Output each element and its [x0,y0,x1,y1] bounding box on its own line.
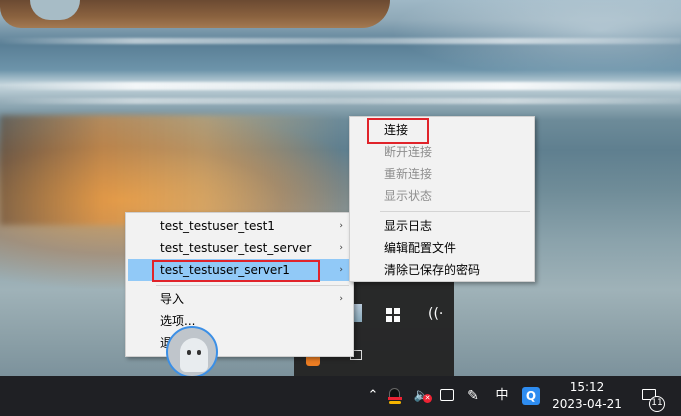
menu-item-label: 显示日志 [384,219,433,233]
menu-item-label: 清除已保存的密码 [384,263,481,277]
taskbar: ⌃ 🔈 ✕ ✎ 中 Q 15:12 2023-04-21 11 [0,376,681,416]
submenu-arrow-icon: › [339,221,343,231]
menu-item-label: 导入 [160,292,185,306]
submenu-arrow-icon: › [339,265,343,275]
menu-item-show-log[interactable]: 显示日志 [352,215,532,237]
menu-item-disconnect: 断开连接 [352,141,532,163]
wave-foam [0,98,681,104]
menu-item-label: test_testuser_test_server [160,241,312,255]
menu-item-exit[interactable]: 退出 [128,332,351,354]
menu-item-label: test_testuser_test1 [160,219,275,233]
taskbar-clock[interactable]: 15:12 2023-04-21 [552,379,622,413]
menu-item-options[interactable]: 选项... [128,310,351,332]
wave-foam [0,82,681,90]
volume-muted-icon[interactable]: 🔈 ✕ [412,386,432,406]
menu-item-import[interactable]: 导入 › [128,288,351,310]
menu-item-clear-password[interactable]: 清除已保存的密码 [352,259,532,281]
menu-item-reconnect: 重新连接 [352,163,532,185]
notification-center-button[interactable]: 11 [640,386,668,412]
menu-item-label: test_testuser_server1 [160,263,290,277]
q-app-icon[interactable]: Q [522,387,540,405]
menu-item-edit-config[interactable]: 编辑配置文件 [352,237,532,259]
windows-defender-icon[interactable] [386,308,400,322]
menu-item-label: 断开连接 [384,145,433,159]
clock-date: 2023-04-21 [552,397,622,411]
wave-foam [0,38,681,44]
menu-item-label: 编辑配置文件 [384,241,457,255]
notification-count-badge: 11 [649,396,665,412]
pen-workspace-icon[interactable]: ✎ [464,386,482,406]
connection-submenu: 连接 断开连接 重新连接 显示状态 显示日志 编辑配置文件 清除已保存的密码 [349,116,535,282]
submenu-arrow-icon: › [339,243,343,253]
menu-item-show-status: 显示状态 [352,185,532,207]
menu-item-label: 显示状态 [384,189,433,203]
input-method-indicator[interactable]: 中 [492,386,512,406]
sunset-reflection [0,115,340,225]
menu-item-label: 连接 [384,123,409,137]
qq-icon[interactable] [386,388,404,408]
menu-item-profile-test1[interactable]: test_testuser_test1 › [128,215,351,237]
floating-assistant-avatar[interactable] [166,326,218,378]
menu-item-label: 重新连接 [384,167,433,181]
menu-item-profile-server1[interactable]: test_testuser_server1 › [128,259,351,281]
profile-context-menu: test_testuser_test1 › test_testuser_test… [125,212,354,357]
clock-time: 15:12 [569,380,605,394]
menu-separator [156,285,349,286]
show-hidden-icons-button[interactable]: ⌃ [366,386,380,406]
menu-item-connect[interactable]: 连接 [352,119,532,141]
menu-separator [380,211,530,212]
submenu-arrow-icon: › [339,294,343,304]
mute-badge-icon: ✕ [423,394,432,403]
wifi-icon[interactable]: ((· [428,306,443,322]
menu-item-profile-test-server[interactable]: test_testuser_test_server › [128,237,351,259]
screen-capture-icon[interactable] [438,386,456,406]
ghost-icon [180,338,208,372]
